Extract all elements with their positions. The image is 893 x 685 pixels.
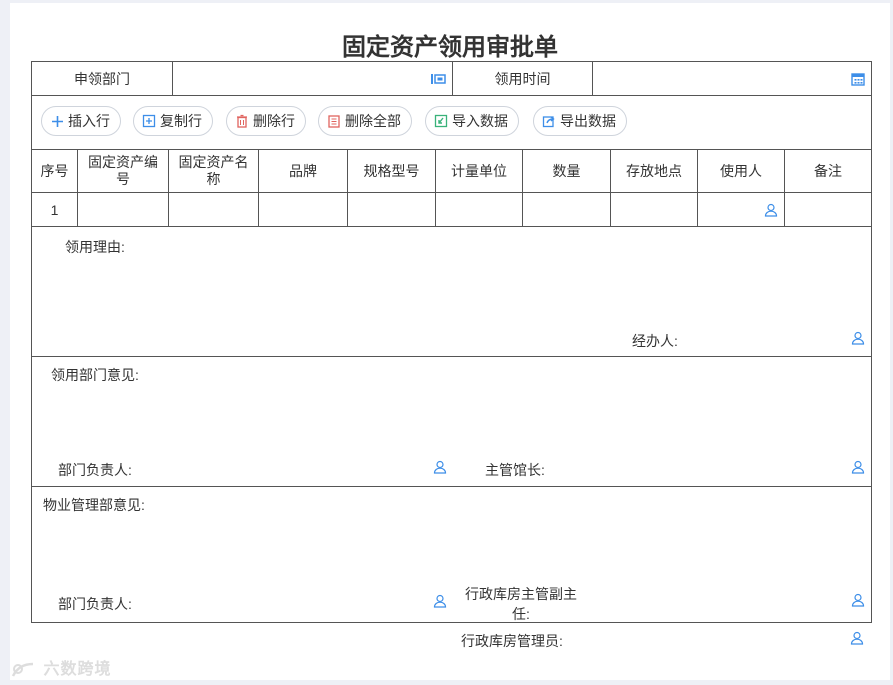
time-field[interactable] xyxy=(592,62,871,95)
insert-row-button[interactable]: 插入行 xyxy=(41,106,121,136)
warehouse-admin-label: 行政库房管理员: xyxy=(461,633,563,649)
cell-brand[interactable] xyxy=(258,193,347,226)
calendar-icon[interactable] xyxy=(851,72,865,86)
reason-section[interactable]: 领用理由: 经办人: xyxy=(32,227,871,357)
dept-head-label: 部门负责人: xyxy=(58,462,132,478)
col-asset-no: 固定资产编号 xyxy=(77,150,168,192)
col-asset-name: 固定资产名称 xyxy=(168,150,258,192)
cell-remark[interactable] xyxy=(784,193,871,226)
col-unit: 计量单位 xyxy=(435,150,522,192)
import-data-label: 导入数据 xyxy=(452,113,508,129)
dept-field[interactable] xyxy=(172,62,452,95)
insert-row-label: 插入行 xyxy=(68,113,110,129)
delete-all-button[interactable]: 删除全部 xyxy=(318,106,412,136)
user-picker-icon[interactable] xyxy=(764,203,778,217)
curator-label: 主管馆长: xyxy=(485,462,545,478)
cell-qty[interactable] xyxy=(522,193,610,226)
watermark-text: 六数跨境 xyxy=(43,661,112,678)
cell-seq: 1 xyxy=(50,201,59,218)
col-seq: 序号 xyxy=(40,163,69,179)
cell-location[interactable] xyxy=(610,193,697,226)
col-model: 规格型号 xyxy=(347,150,435,192)
deputy-director-user-icon[interactable] xyxy=(851,593,865,607)
dept-head-user-icon[interactable] xyxy=(433,460,447,474)
org-picker-icon[interactable] xyxy=(430,72,446,86)
reason-label: 领用理由: xyxy=(65,239,125,255)
export-data-label: 导出数据 xyxy=(560,113,616,129)
delete-all-label: 删除全部 xyxy=(345,113,401,129)
handler-label: 经办人: xyxy=(632,333,678,349)
trash-all-icon xyxy=(327,114,341,128)
approval-form: 申领部门 领用时间 插入行 复制行 删除行 删除全部 导入数据 导出数据 序号 … xyxy=(31,61,872,623)
table-header: 序号 固定资产编号 固定资产名称 品牌 规格型号 计量单位 数量 存放地点 使用… xyxy=(32,150,871,193)
dept-opinion-label: 领用部门意见: xyxy=(51,367,139,383)
export-data-button[interactable]: 导出数据 xyxy=(533,106,627,136)
delete-row-button[interactable]: 删除行 xyxy=(226,106,306,136)
col-qty: 数量 xyxy=(522,150,610,192)
page-title: 固定资产领用审批单 xyxy=(342,34,558,61)
dept-label: 申领部门 xyxy=(74,70,130,87)
deputy-director-label: 行政库房主管副主任: xyxy=(465,586,577,622)
form-page: 固定资产领用审批单 申领部门 领用时间 插入行 复制行 删除行 删除全部 导入数… xyxy=(10,3,890,680)
handler-user-icon[interactable] xyxy=(851,331,865,345)
warehouse-admin-user-icon[interactable] xyxy=(850,631,864,645)
cell-model[interactable] xyxy=(347,193,435,226)
watermark-logo: 六数跨境 xyxy=(10,655,111,679)
property-head-label: 部门负责人: xyxy=(58,596,132,612)
col-remark: 备注 xyxy=(784,150,871,192)
cell-user[interactable] xyxy=(697,193,784,226)
property-opinion-section[interactable]: 物业管理部意见: 部门负责人: 行政库房主管副主任: xyxy=(32,487,871,623)
time-label: 领用时间 xyxy=(452,62,592,95)
import-icon xyxy=(434,114,448,128)
col-user: 使用人 xyxy=(697,150,784,192)
delete-row-label: 删除行 xyxy=(253,113,295,129)
property-head-user-icon[interactable] xyxy=(433,594,447,608)
copy-row-button[interactable]: 复制行 xyxy=(133,106,213,136)
cell-unit[interactable] xyxy=(435,193,522,226)
trash-icon xyxy=(235,114,249,128)
table-row: 1 xyxy=(32,193,871,227)
header-row: 申领部门 领用时间 xyxy=(32,62,871,96)
import-data-button[interactable]: 导入数据 xyxy=(425,106,519,136)
property-opinion-label: 物业管理部意见: xyxy=(43,497,145,513)
watermark-icon xyxy=(11,662,34,677)
toolbar-row: 插入行 复制行 删除行 删除全部 导入数据 导出数据 xyxy=(32,96,871,150)
cell-asset-name[interactable] xyxy=(168,193,258,226)
copy-icon xyxy=(142,114,156,128)
cell-asset-no[interactable] xyxy=(77,193,168,226)
dept-opinion-section[interactable]: 领用部门意见: 部门负责人: 主管馆长: xyxy=(32,357,871,487)
curator-user-icon[interactable] xyxy=(851,460,865,474)
plus-icon xyxy=(50,114,64,128)
copy-row-label: 复制行 xyxy=(160,113,202,129)
col-location: 存放地点 xyxy=(610,150,697,192)
export-icon xyxy=(542,114,556,128)
col-brand: 品牌 xyxy=(258,150,347,192)
